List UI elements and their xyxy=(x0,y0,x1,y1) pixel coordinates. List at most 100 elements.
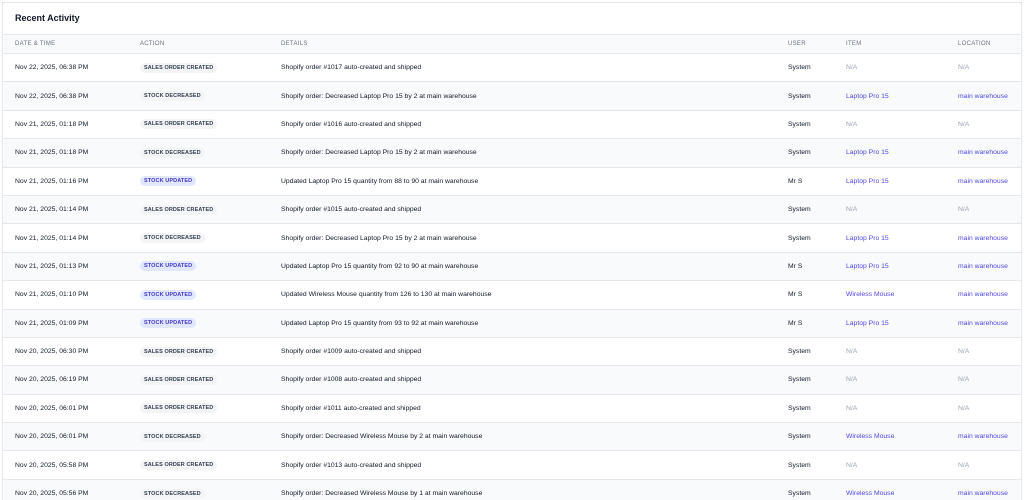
cell-item: N/A xyxy=(846,53,958,83)
location-link[interactable]: main warehouse xyxy=(958,81,1021,111)
table-row: Nov 20, 2025, 06:30 PM SALES ORDER CREATE… xyxy=(3,337,1021,367)
cell-details: Shopify order #1017 auto-created and shi… xyxy=(281,53,788,83)
cell-item: N/A xyxy=(846,337,958,367)
cell-user: Mr S xyxy=(788,167,846,196)
location-link[interactable]: main warehouse xyxy=(958,479,1021,500)
table-row: Nov 21, 2025, 01:18 PM STOCK DECREASED Sho… xyxy=(3,138,1021,168)
location-link[interactable]: main warehouse xyxy=(958,309,1021,338)
cell-item: N/A xyxy=(846,365,958,395)
item-link[interactable]: Laptop Pro 15 xyxy=(846,81,958,111)
cell-details: Shopify order: Decreased Laptop Pro 15 b… xyxy=(281,223,788,253)
cell-details: Shopify order #1009 auto-created and shi… xyxy=(281,337,788,367)
cell-location: N/A xyxy=(958,450,1021,480)
action-badge: SALES ORDER CREATED xyxy=(140,204,218,215)
table-row: Nov 20, 2025, 05:58 PM SALES ORDER CREATE… xyxy=(3,450,1021,480)
cell-user: System xyxy=(788,337,846,367)
cell-details: Updated Laptop Pro 15 quantity from 88 t… xyxy=(281,167,788,196)
table-row: Nov 21, 2025, 01:14 PM SALES ORDER CREATE… xyxy=(3,195,1021,225)
cell-details: Shopify order #1008 auto-created and shi… xyxy=(281,365,788,395)
cell-user: System xyxy=(788,195,846,225)
cell-datetime: Nov 21, 2025, 01:14 PM xyxy=(3,223,140,253)
cell-details: Updated Laptop Pro 15 quantity from 93 t… xyxy=(281,309,788,338)
table-row: Nov 21, 2025, 01:10 PM STOCK UPDATED Updat… xyxy=(3,280,1021,310)
item-link[interactable]: Laptop Pro 15 xyxy=(846,138,958,168)
cell-datetime: Nov 20, 2025, 05:56 PM xyxy=(3,479,140,500)
cell-user: Mr S xyxy=(788,309,846,338)
cell-action: STOCK DECREASED xyxy=(140,422,281,452)
item-link[interactable]: Wireless Mouse xyxy=(846,280,958,310)
action-badge: STOCK DECREASED xyxy=(140,91,205,102)
cell-item: N/A xyxy=(846,195,958,225)
cell-details: Shopify order #1013 auto-created and shi… xyxy=(281,450,788,480)
cell-datetime: Nov 20, 2025, 06:30 PM xyxy=(3,337,140,367)
cell-details: Shopify order #1015 auto-created and shi… xyxy=(281,195,788,225)
cell-details: Updated Laptop Pro 15 quantity from 92 t… xyxy=(281,252,788,282)
cell-action: STOCK UPDATED xyxy=(140,167,281,196)
cell-details: Shopify order #1016 auto-created and shi… xyxy=(281,110,788,140)
column-header-item[interactable]: ITEM xyxy=(846,35,958,54)
cell-action: SALES ORDER CREATED xyxy=(140,394,281,424)
table-row: Nov 20, 2025, 06:01 PM STOCK DECREASED Sho… xyxy=(3,422,1021,452)
cell-action: SALES ORDER CREATED xyxy=(140,365,281,395)
table-row: Nov 21, 2025, 01:13 PM STOCK UPDATED Updat… xyxy=(3,252,1021,282)
cell-details: Shopify order #1011 auto-created and shi… xyxy=(281,394,788,424)
cell-action: SALES ORDER CREATED xyxy=(140,450,281,480)
location-link[interactable]: main warehouse xyxy=(958,138,1021,168)
cell-datetime: Nov 21, 2025, 01:13 PM xyxy=(3,252,140,282)
table-row: Nov 21, 2025, 01:14 PM STOCK DECREASED Sho… xyxy=(3,223,1021,253)
cell-action: STOCK DECREASED xyxy=(140,223,281,253)
action-badge: STOCK UPDATED xyxy=(140,289,197,300)
column-header-location[interactable]: LOCATION xyxy=(958,35,1021,54)
cell-datetime: Nov 22, 2025, 06:38 PM xyxy=(3,53,140,83)
cell-datetime: Nov 21, 2025, 01:14 PM xyxy=(3,195,140,225)
location-link[interactable]: main warehouse xyxy=(958,280,1021,310)
item-link[interactable]: Laptop Pro 15 xyxy=(846,223,958,253)
location-link[interactable]: main warehouse xyxy=(958,252,1021,282)
cell-user: System xyxy=(788,422,846,452)
cell-location: N/A xyxy=(958,337,1021,367)
table-row: Nov 20, 2025, 06:01 PM SALES ORDER CREATE… xyxy=(3,394,1021,424)
location-link[interactable]: main warehouse xyxy=(958,167,1021,196)
cell-datetime: Nov 20, 2025, 06:19 PM xyxy=(3,365,140,395)
cell-details: Shopify order: Decreased Laptop Pro 15 b… xyxy=(281,138,788,168)
cell-datetime: Nov 21, 2025, 01:16 PM xyxy=(3,167,140,196)
location-link[interactable]: main warehouse xyxy=(958,422,1021,452)
cell-details: Shopify order: Decreased Laptop Pro 15 b… xyxy=(281,81,788,111)
action-badge: STOCK DECREASED xyxy=(140,147,205,158)
column-header-user[interactable]: USER xyxy=(788,35,846,54)
recent-activity-panel: Recent Activity DATE & TIME ACTION DETAI… xyxy=(2,2,1022,500)
cell-user: System xyxy=(788,394,846,424)
action-badge: SALES ORDER CREATED xyxy=(140,62,218,73)
cell-action: STOCK DECREASED xyxy=(140,81,281,111)
cell-action: STOCK DECREASED xyxy=(140,138,281,168)
cell-item: N/A xyxy=(846,110,958,140)
table-row: Nov 21, 2025, 01:18 PM SALES ORDER CREATE… xyxy=(3,110,1021,140)
table-row: Nov 22, 2025, 06:38 PM STOCK DECREASED Sho… xyxy=(3,81,1021,111)
column-header-details[interactable]: DETAILS xyxy=(281,35,788,54)
cell-user: System xyxy=(788,365,846,395)
cell-user: System xyxy=(788,53,846,83)
item-link[interactable]: Laptop Pro 15 xyxy=(846,309,958,338)
cell-item: N/A xyxy=(846,450,958,480)
cell-action: STOCK UPDATED xyxy=(140,280,281,310)
cell-details: Updated Wireless Mouse quantity from 126… xyxy=(281,280,788,310)
column-header-datetime[interactable]: DATE & TIME xyxy=(3,35,140,54)
action-badge: STOCK UPDATED xyxy=(140,318,197,329)
activity-table: DATE & TIME ACTION DETAILS USER ITEM LOC… xyxy=(3,35,1021,500)
cell-user: System xyxy=(788,450,846,480)
cell-action: SALES ORDER CREATED xyxy=(140,195,281,225)
item-link[interactable]: Wireless Mouse xyxy=(846,422,958,452)
action-badge: SALES ORDER CREATED xyxy=(140,403,218,414)
action-badge: SALES ORDER CREATED xyxy=(140,346,218,357)
action-badge: STOCK UPDATED xyxy=(140,261,197,272)
item-link[interactable]: Wireless Mouse xyxy=(846,479,958,500)
location-link[interactable]: main warehouse xyxy=(958,223,1021,253)
cell-datetime: Nov 21, 2025, 01:18 PM xyxy=(3,138,140,168)
item-link[interactable]: Laptop Pro 15 xyxy=(846,252,958,282)
cell-action: STOCK UPDATED xyxy=(140,309,281,338)
cell-action: SALES ORDER CREATED xyxy=(140,53,281,83)
item-link[interactable]: Laptop Pro 15 xyxy=(846,167,958,196)
cell-datetime: Nov 22, 2025, 06:38 PM xyxy=(3,81,140,111)
column-header-action[interactable]: ACTION xyxy=(140,35,281,54)
action-badge: SALES ORDER CREATED xyxy=(140,374,218,385)
